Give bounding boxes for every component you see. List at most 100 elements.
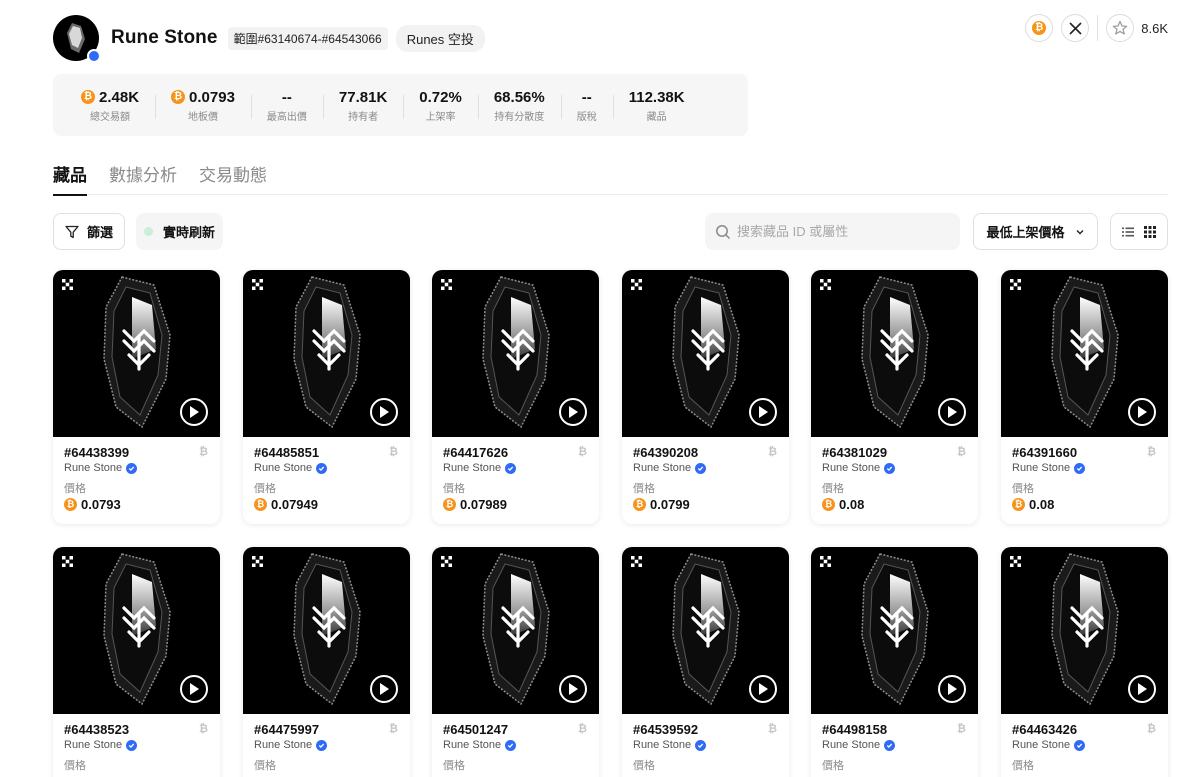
list-view-icon[interactable] bbox=[1121, 225, 1135, 239]
item-card[interactable]: #64501247 ₿ Rune Stone 價格 ₿ bbox=[432, 547, 599, 777]
play-button[interactable] bbox=[1128, 675, 1156, 703]
item-image[interactable] bbox=[53, 547, 220, 714]
item-image[interactable] bbox=[622, 270, 789, 437]
stat-listed-rate: 0.72% 上架率 bbox=[403, 87, 478, 123]
item-image[interactable] bbox=[1001, 547, 1168, 714]
tab-analytics[interactable]: 數據分析 bbox=[109, 158, 177, 195]
verified-icon bbox=[884, 739, 896, 751]
play-button[interactable] bbox=[938, 398, 966, 426]
verified-icon bbox=[316, 739, 328, 751]
okx-logo-icon bbox=[252, 556, 263, 567]
play-icon bbox=[759, 683, 768, 695]
stat-value: 77.81K bbox=[338, 88, 388, 106]
price-label: 價格 bbox=[633, 483, 655, 495]
play-button[interactable] bbox=[749, 675, 777, 703]
item-card[interactable]: #64391660 ₿ Rune Stone 價格 ₿ 0.08 bbox=[1001, 270, 1168, 524]
tab-items[interactable]: 藏品 bbox=[53, 158, 87, 196]
bitcoin-icon: ₿ bbox=[254, 498, 267, 511]
item-price: ₿ 0.0793 bbox=[64, 497, 209, 512]
runes-airdrop-tag[interactable]: Runes 空投 bbox=[395, 24, 485, 52]
okx-logo-icon bbox=[820, 556, 831, 567]
header-actions: ₿ 8.6K bbox=[1017, 14, 1168, 42]
search-input[interactable] bbox=[737, 224, 947, 239]
item-info: #64485851 ₿ Rune Stone 價格 ₿ 0.07949 bbox=[243, 437, 410, 520]
item-image[interactable] bbox=[811, 547, 978, 714]
item-info: #64438399 ₿ Rune Stone 價格 ₿ 0.0793 bbox=[53, 437, 220, 520]
realtime-refresh-toggle[interactable]: 實時刷新 bbox=[136, 213, 223, 250]
stat-value: -- bbox=[581, 88, 592, 106]
verified-icon bbox=[505, 462, 517, 474]
item-card[interactable]: #64381029 ₿ Rune Stone 價格 ₿ 0.08 bbox=[811, 270, 978, 524]
stat-value: 112.38K bbox=[628, 88, 685, 106]
bitcoin-icon: ₿ bbox=[443, 498, 456, 511]
item-card[interactable]: #64463426 ₿ Rune Stone 價格 ₿ bbox=[1001, 547, 1168, 777]
stat-floor-price: ₿ 0.0793 地板價 bbox=[155, 87, 251, 123]
play-button[interactable] bbox=[1128, 398, 1156, 426]
chevron-down-icon bbox=[1076, 229, 1083, 234]
price-label: 價格 bbox=[822, 483, 844, 495]
item-card[interactable]: #64485851 ₿ Rune Stone 價格 ₿ 0.07949 bbox=[243, 270, 410, 524]
collection-name: Rune Stone bbox=[254, 462, 313, 474]
play-button[interactable] bbox=[559, 398, 587, 426]
item-image[interactable] bbox=[243, 547, 410, 714]
stat-royalty: -- 版稅 bbox=[560, 87, 613, 123]
x-social-button[interactable] bbox=[1061, 14, 1090, 42]
item-card[interactable]: #64390208 ₿ Rune Stone 價格 ₿ 0.0799 bbox=[622, 270, 789, 524]
item-card[interactable]: #64539592 ₿ Rune Stone 價格 ₿ bbox=[622, 547, 789, 777]
okx-logo-icon bbox=[1010, 279, 1021, 290]
grid-view-icon[interactable] bbox=[1143, 225, 1157, 239]
item-card[interactable]: #64498158 ₿ Rune Stone 價格 ₿ bbox=[811, 547, 978, 777]
bitcoin-chain-icon: ₿ bbox=[199, 446, 208, 458]
rune-stone-icon bbox=[67, 23, 85, 53]
item-card[interactable]: #64475997 ₿ Rune Stone 價格 ₿ bbox=[243, 547, 410, 777]
stat-holders: 77.81K 持有者 bbox=[322, 87, 403, 123]
collection-name: Rune Stone bbox=[1012, 462, 1071, 474]
rune-crystal-icon bbox=[482, 276, 550, 429]
favorite-button[interactable] bbox=[1106, 14, 1135, 42]
item-price: ₿ 0.08 bbox=[1012, 497, 1157, 512]
item-id: #64417626 bbox=[443, 445, 509, 460]
stat-label: 總交易額 bbox=[90, 112, 131, 123]
item-card[interactable]: #64417626 ₿ Rune Stone 價格 ₿ 0.07989 bbox=[432, 270, 599, 524]
collection-name: Rune Stone bbox=[443, 739, 502, 751]
item-id: #64463426 bbox=[1012, 722, 1078, 737]
item-image[interactable] bbox=[811, 270, 978, 437]
play-button[interactable] bbox=[370, 675, 398, 703]
bitcoin-chain-icon: ₿ bbox=[578, 446, 587, 458]
verified-icon bbox=[126, 462, 138, 474]
item-card[interactable]: #64438523 ₿ Rune Stone 價格 ₿ bbox=[53, 547, 220, 777]
favorite-count: 8.6K bbox=[1141, 20, 1168, 36]
item-card[interactable]: #64438399 ₿ Rune Stone 價格 ₿ 0.0793 bbox=[53, 270, 220, 524]
x-logo-icon bbox=[1069, 21, 1082, 35]
filter-button[interactable]: 篩選 bbox=[53, 213, 125, 250]
rune-crystal-icon bbox=[861, 276, 929, 429]
tab-activity[interactable]: 交易動態 bbox=[199, 158, 267, 195]
play-button[interactable] bbox=[559, 675, 587, 703]
play-button[interactable] bbox=[749, 398, 777, 426]
play-button[interactable] bbox=[180, 398, 208, 426]
okx-logo-icon bbox=[820, 279, 831, 290]
play-icon bbox=[380, 406, 389, 418]
bitcoin-chain-icon: ₿ bbox=[578, 723, 587, 735]
search-box bbox=[705, 213, 960, 250]
item-image[interactable] bbox=[243, 270, 410, 437]
item-id: #64485851 bbox=[254, 445, 320, 460]
item-image[interactable] bbox=[53, 270, 220, 437]
bitcoin-chain-button[interactable]: ₿ bbox=[1025, 14, 1054, 42]
refresh-label: 實時刷新 bbox=[162, 225, 215, 240]
item-image[interactable] bbox=[622, 547, 789, 714]
play-button[interactable] bbox=[370, 398, 398, 426]
item-image[interactable] bbox=[1001, 270, 1168, 437]
item-collection: Rune Stone bbox=[443, 739, 588, 751]
okx-logo-icon bbox=[441, 279, 452, 290]
item-image[interactable] bbox=[432, 270, 599, 437]
play-button[interactable] bbox=[938, 675, 966, 703]
stat-value: 0.72% bbox=[419, 88, 462, 106]
stat-label: 上架率 bbox=[425, 112, 456, 123]
item-price: ₿ 0.07949 bbox=[254, 497, 399, 512]
collection-name: Rune Stone bbox=[633, 462, 692, 474]
play-button[interactable] bbox=[180, 675, 208, 703]
collection-name: Rune Stone bbox=[64, 462, 123, 474]
item-image[interactable] bbox=[432, 547, 599, 714]
sort-dropdown[interactable]: 最低上架價格 bbox=[973, 213, 1098, 250]
